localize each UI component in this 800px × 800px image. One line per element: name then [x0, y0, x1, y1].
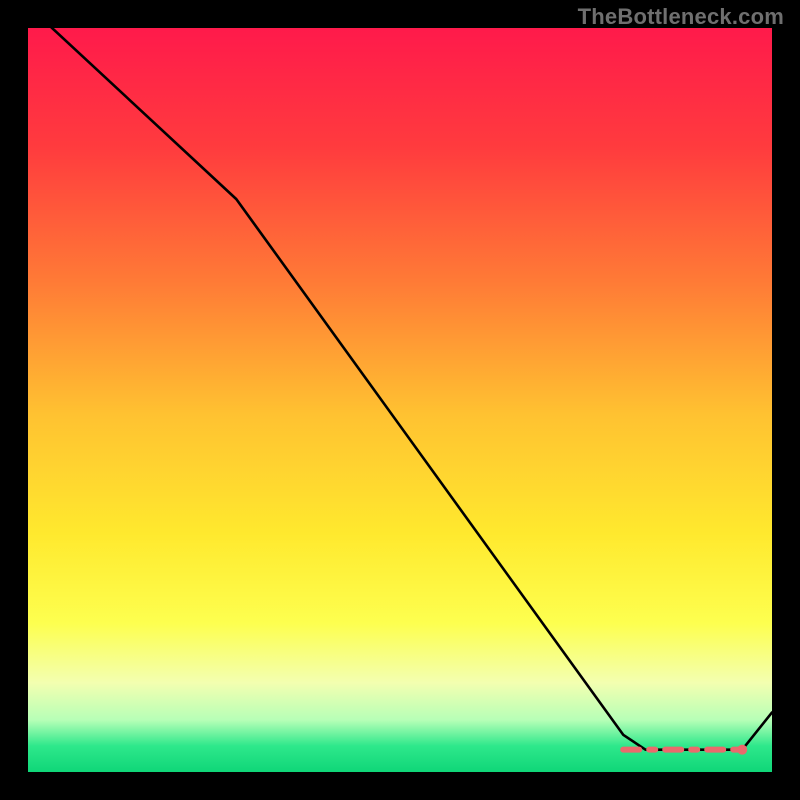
plot-area	[28, 28, 772, 772]
watermark-text: TheBottleneck.com	[578, 4, 784, 30]
gradient-background	[28, 28, 772, 772]
end-dot	[737, 745, 747, 755]
chart-frame: TheBottleneck.com	[0, 0, 800, 800]
chart-svg	[28, 28, 772, 772]
